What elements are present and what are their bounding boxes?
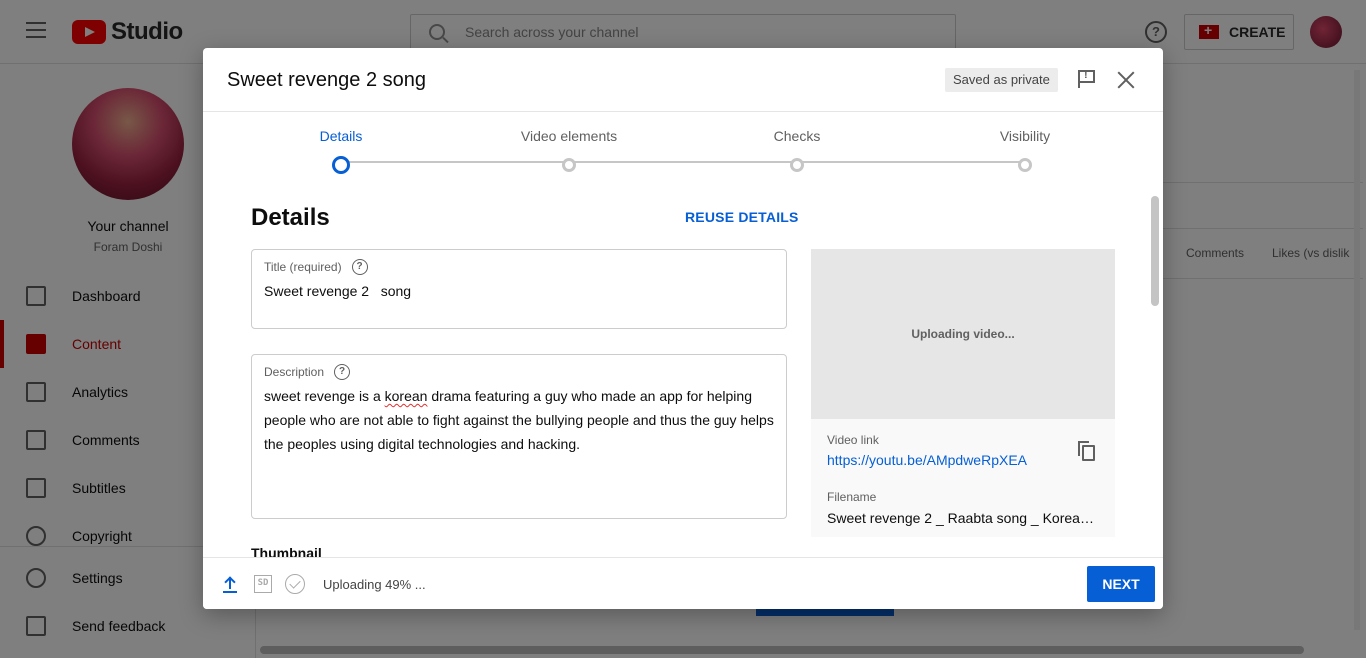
dialog-scrollbar[interactable] — [1151, 196, 1159, 306]
stepper-track — [341, 161, 1025, 163]
help-icon[interactable]: ? — [351, 259, 368, 275]
video-link-label: Video link — [827, 433, 879, 447]
filename-value: Sweet revenge 2 _ Raabta song _ Korean d… — [827, 510, 1099, 526]
dialog-header: Sweet revenge 2 song Saved as private — [203, 48, 1163, 112]
video-preview-card: Uploading video... Video link https://yo… — [811, 249, 1115, 537]
upload-status: Uploading 49% ... — [323, 577, 426, 592]
upload-icon — [223, 575, 237, 593]
upload-dialog: Sweet revenge 2 song Saved as private De… — [203, 48, 1163, 609]
report-issue-icon[interactable] — [1078, 69, 1096, 88]
copy-icon[interactable] — [1078, 441, 1096, 461]
step-visibility[interactable]: Visibility — [945, 128, 1105, 172]
step-indicator — [790, 158, 804, 172]
step-checks[interactable]: Checks — [717, 128, 877, 172]
help-icon[interactable]: ? — [334, 364, 351, 380]
video-link[interactable]: https://youtu.be/AMpdweRpXEA — [827, 452, 1027, 468]
misspelled-word: korean — [384, 388, 428, 404]
step-details[interactable]: Details — [261, 128, 421, 174]
title-field[interactable]: Title (required) ? Sweet revenge 2 song — [251, 249, 787, 329]
sd-quality-icon: SD — [254, 575, 272, 593]
dialog-body: Details Video elements Checks Visibility… — [203, 112, 1163, 557]
next-button[interactable]: NEXT — [1087, 566, 1155, 602]
step-indicator — [562, 158, 576, 172]
description-field-label: Description ? — [264, 364, 351, 380]
step-label: Visibility — [999, 128, 1051, 144]
dialog-title: Sweet revenge 2 song — [227, 69, 427, 91]
title-input[interactable]: Sweet revenge 2 song — [264, 279, 774, 303]
title-label-text: Title (required) — [264, 260, 342, 274]
step-indicator — [332, 156, 350, 174]
step-video-elements[interactable]: Video elements — [489, 128, 649, 172]
checks-icon — [285, 574, 305, 594]
description-text: sweet revenge is a — [264, 388, 385, 404]
description-input[interactable]: sweet revenge is a korean drama featurin… — [264, 384, 776, 456]
description-label-text: Description — [264, 365, 325, 379]
step-label: Details — [319, 128, 363, 144]
step-indicator — [1018, 158, 1032, 172]
reuse-details-button[interactable]: REUSE DETAILS — [685, 209, 799, 225]
filename-label: Filename — [827, 490, 877, 504]
thumbnail-heading: Thumbnail — [251, 545, 322, 557]
description-field[interactable]: Description ? sweet revenge is a korean … — [251, 354, 787, 519]
title-field-label: Title (required) ? — [264, 259, 368, 275]
section-title: Details — [251, 204, 330, 231]
saved-status-badge: Saved as private — [945, 68, 1058, 92]
uploading-video-text: Uploading video... — [911, 327, 1015, 341]
video-preview: Uploading video... — [811, 249, 1115, 419]
step-label: Checks — [773, 128, 821, 144]
dialog-footer: SD Uploading 49% ... NEXT — [203, 557, 1163, 609]
close-icon[interactable] — [1116, 70, 1136, 90]
step-label: Video elements — [520, 128, 618, 144]
